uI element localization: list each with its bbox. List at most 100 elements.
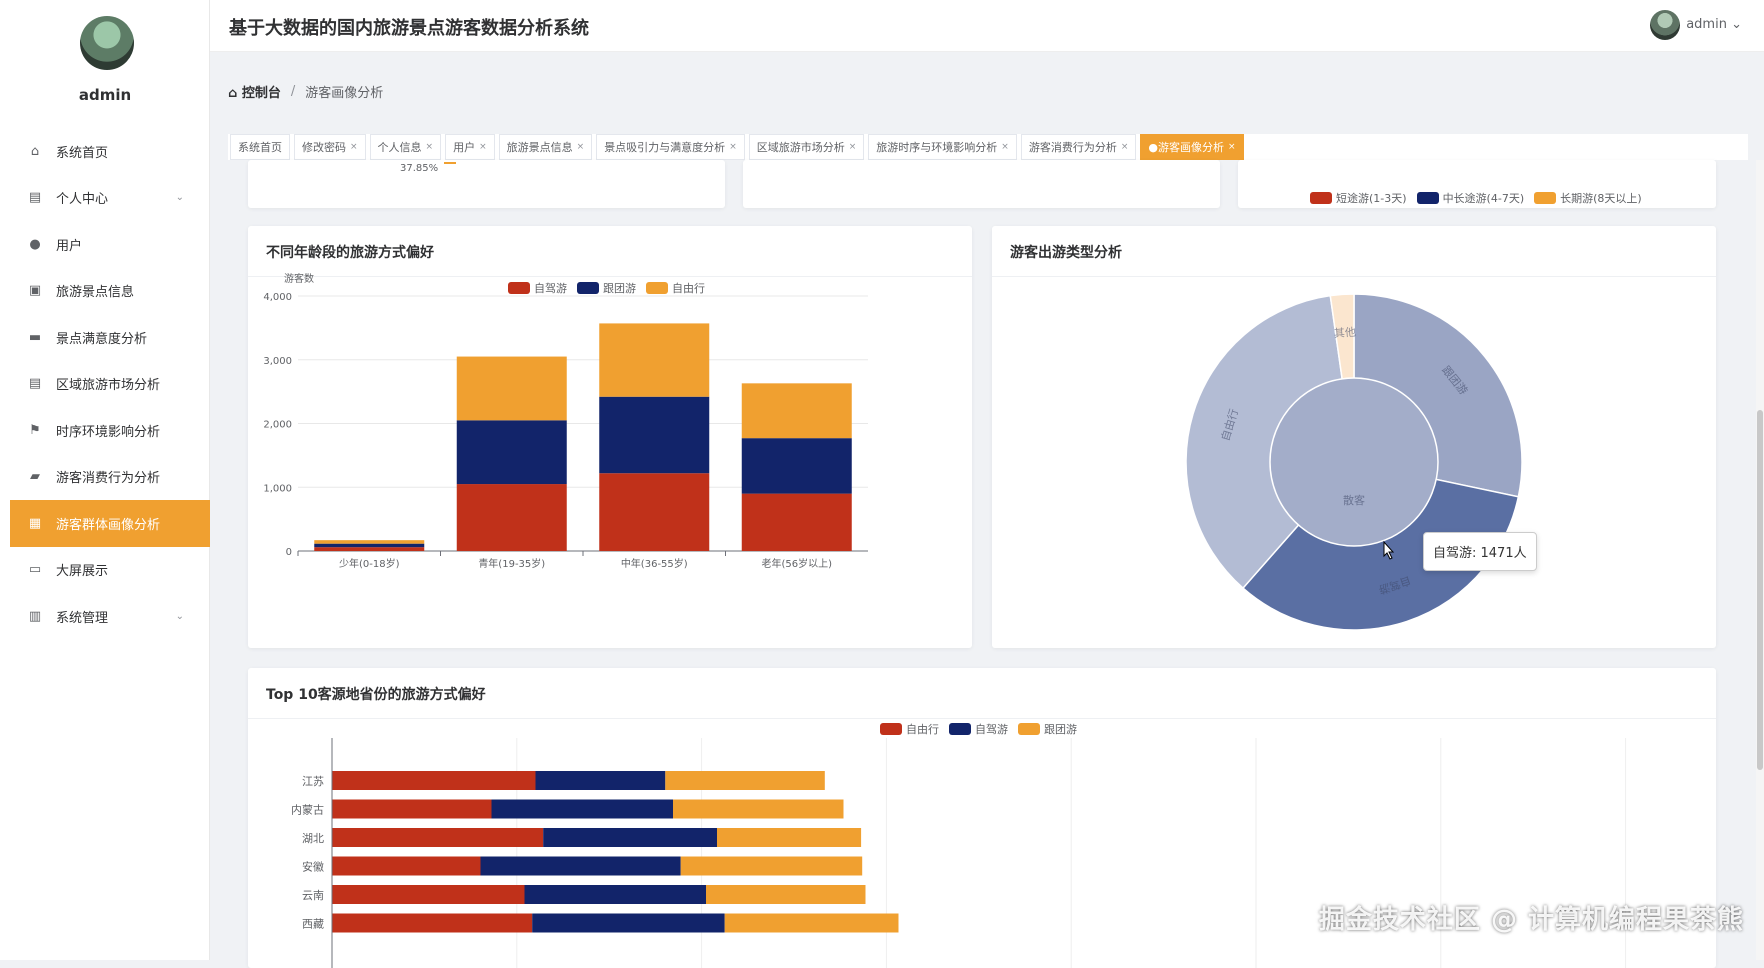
sidebar-item-9[interactable]: ▭大屏展示 <box>10 547 210 594</box>
id-card-icon: ▤ <box>24 190 46 205</box>
legend-swatch <box>1534 192 1556 204</box>
tag-4[interactable]: 旅游景点信息× <box>499 134 593 160</box>
sidebar-item-5[interactable]: ▤区域旅游市场分析 <box>10 361 210 408</box>
age-bar-chart: 游客数01,0002,0003,0004,000少年(0-18岁)青年(19-3… <box>248 226 972 648</box>
header-avatar[interactable] <box>1650 10 1680 40</box>
sidebar-item-7[interactable]: ▰游客消费行为分析 <box>10 454 210 501</box>
bar-segment[interactable] <box>536 771 666 790</box>
close-icon[interactable]: × <box>350 142 358 152</box>
close-icon[interactable]: × <box>849 142 857 152</box>
header-user-menu[interactable]: admin ⌄ <box>1686 17 1742 32</box>
bar-segment[interactable] <box>532 914 725 933</box>
bar-segment[interactable] <box>457 420 567 484</box>
tag-6[interactable]: 区域旅游市场分析× <box>749 134 865 160</box>
sidebar-item-3[interactable]: ▣ 旅游景点信息 <box>10 268 210 315</box>
bar-segment[interactable] <box>543 828 717 847</box>
y-tick-label: 云南 <box>302 889 324 902</box>
bar-segment[interactable] <box>314 544 424 548</box>
bar-segment[interactable] <box>481 857 681 876</box>
scrollbar-thumb[interactable] <box>1757 410 1763 770</box>
tag-7[interactable]: 旅游时序与环境影响分析× <box>868 134 1017 160</box>
y-axis-label: 游客数 <box>284 272 314 285</box>
tag-2[interactable]: 个人信息× <box>370 134 442 160</box>
sidebar-item-0[interactable]: ⌂系统首页 <box>10 128 210 175</box>
close-icon[interactable]: × <box>1001 142 1009 152</box>
sidebar-item-label: 旅游景点信息 <box>56 281 134 300</box>
close-icon[interactable]: × <box>479 142 487 152</box>
sidebar-item-1[interactable]: ▤个人中心⌄ <box>10 175 210 222</box>
bar-segment[interactable] <box>673 800 844 819</box>
flag-icon: ⚑ <box>24 423 46 438</box>
bar-segment[interactable] <box>599 397 709 474</box>
breadcrumb-current: 游客画像分析 <box>305 82 383 101</box>
close-icon[interactable]: × <box>577 142 585 152</box>
bar-segment[interactable] <box>314 540 424 544</box>
bar-segment[interactable] <box>742 494 852 551</box>
monitor-icon: ▭ <box>24 562 46 577</box>
inner-pie[interactable] <box>1270 378 1438 546</box>
sidebar-item-4[interactable]: ▬ 景点满意度分析 <box>10 314 210 361</box>
breadcrumb-home-label: 控制台 <box>242 86 281 101</box>
box-icon: ▣ <box>24 283 46 298</box>
sidebar-item-label: 游客群体画像分析 <box>56 514 160 533</box>
briefcase-icon: ▬ <box>24 330 46 345</box>
bar-segment[interactable] <box>725 914 899 933</box>
sidebar-item-label: 系统管理 <box>56 607 108 626</box>
sidebar-item-8[interactable]: ▦ 游客群体画像分析 <box>10 500 210 547</box>
bar-segment[interactable] <box>314 547 424 551</box>
tag-5[interactable]: 景点吸引力与满意度分析× <box>596 134 745 160</box>
y-tick-label: 西藏 <box>302 918 324 931</box>
grid-icon: ▦ <box>24 516 46 531</box>
legend-item[interactable]: 中长途游(4-7天) <box>1417 190 1525 206</box>
page-scrollbar[interactable] <box>1756 160 1764 960</box>
y-tick-label: 4,000 <box>263 292 292 303</box>
tag-1[interactable]: 修改密码× <box>294 134 366 160</box>
bar-segment[interactable] <box>717 828 861 847</box>
sidebar-item-6[interactable]: ⚑时序环境影响分析 <box>10 407 210 454</box>
y-tick-label: 江苏 <box>302 775 324 788</box>
ticket-icon: ▰ <box>24 469 46 484</box>
sidebar-item-2[interactable]: ●用户 <box>10 221 210 268</box>
x-tick-label: 中年(36-55岁) <box>621 557 688 570</box>
bar-segment[interactable] <box>665 771 825 790</box>
tags-view-bar: 系统首页修改密码×个人信息×用户×旅游景点信息×景点吸引力与满意度分析×区域旅游… <box>228 134 1748 160</box>
bar-segment[interactable] <box>599 323 709 396</box>
tag-3[interactable]: 用户× <box>445 134 495 160</box>
tag-8[interactable]: 游客消费行为分析× <box>1021 134 1137 160</box>
tag-0[interactable]: 系统首页 <box>230 134 290 160</box>
x-tick-label: 青年(19-35岁) <box>478 557 545 570</box>
legend-swatch <box>1310 192 1332 204</box>
bar-segment[interactable] <box>457 357 567 421</box>
bar-segment[interactable] <box>742 438 852 493</box>
sidebar-item-10[interactable]: ▥系统管理⌄ <box>10 593 210 640</box>
bar-segment[interactable] <box>706 885 866 904</box>
close-icon[interactable]: × <box>1121 142 1129 152</box>
close-icon[interactable]: × <box>1228 142 1236 152</box>
bar-segment[interactable] <box>742 383 852 438</box>
bar-segment[interactable] <box>681 857 863 876</box>
user-avatar[interactable] <box>80 16 134 70</box>
bar-segment[interactable] <box>492 800 674 819</box>
sidebar-item-label: 系统首页 <box>56 142 108 161</box>
y-tick-label: 1,000 <box>263 483 292 494</box>
chevron-down-icon: ⌄ <box>176 192 184 203</box>
sidebar-item-label: 景点满意度分析 <box>56 328 147 347</box>
legend-item[interactable]: 长期游(8天以上) <box>1534 190 1642 206</box>
bar-segment[interactable] <box>332 857 481 876</box>
bar-segment[interactable] <box>599 473 709 551</box>
bar-segment[interactable] <box>332 828 543 847</box>
bar-segment[interactable] <box>332 771 536 790</box>
bar-segment[interactable] <box>332 914 532 933</box>
bar-segment[interactable] <box>332 800 492 819</box>
location-pin-icon: ● <box>24 237 46 252</box>
close-icon[interactable]: × <box>729 142 737 152</box>
breadcrumb: ⌂ 控制台 / 游客画像分析 <box>228 82 383 101</box>
legend-item[interactable]: 短途游(1-3天) <box>1310 190 1407 206</box>
close-icon[interactable]: × <box>426 142 434 152</box>
tag-9[interactable]: ●游客画像分析× <box>1140 134 1243 160</box>
bar-segment[interactable] <box>525 885 707 904</box>
bar-segment[interactable] <box>457 484 567 551</box>
bar-segment[interactable] <box>332 885 525 904</box>
breadcrumb-home[interactable]: ⌂ 控制台 <box>228 82 281 101</box>
y-tick-label: 安徽 <box>302 860 324 874</box>
